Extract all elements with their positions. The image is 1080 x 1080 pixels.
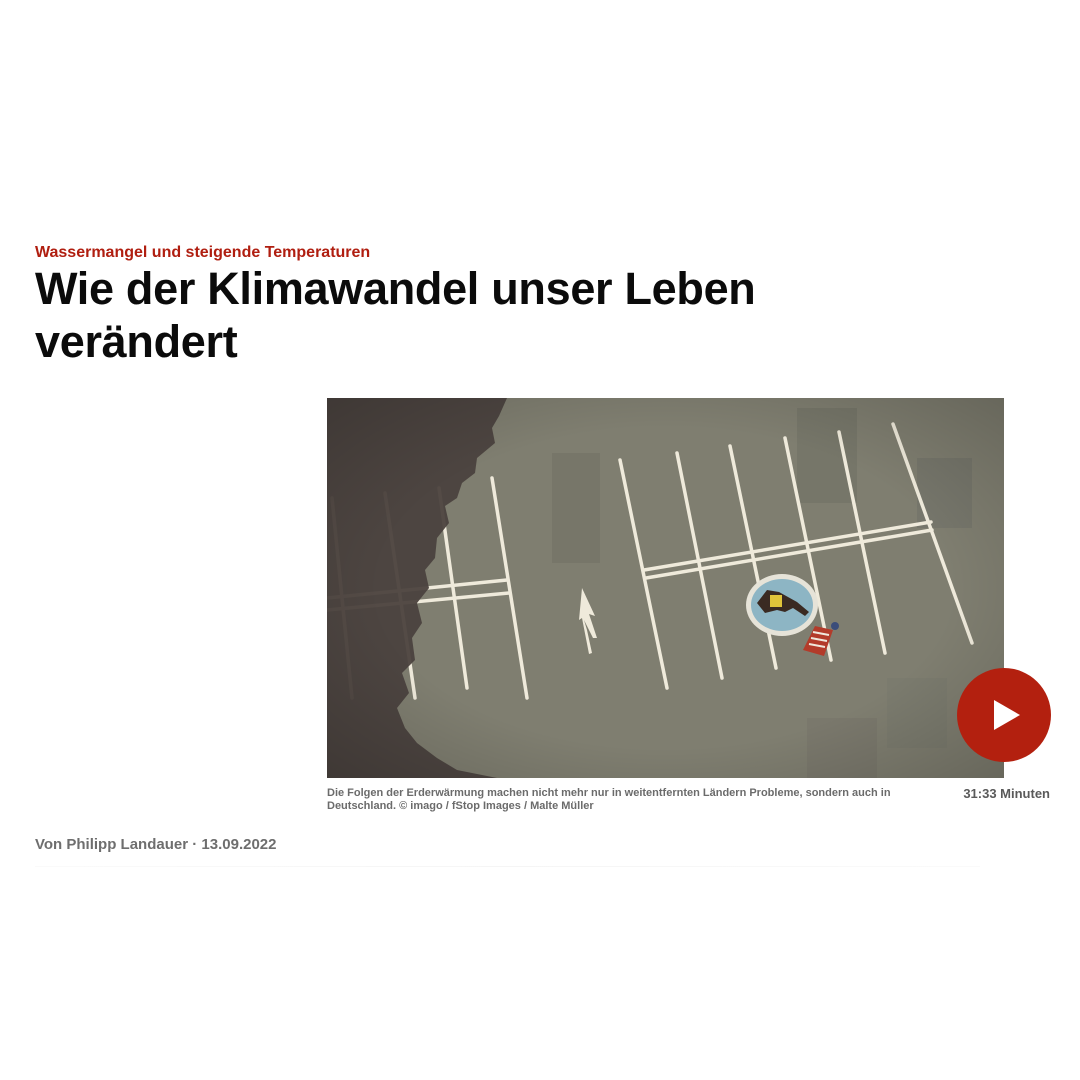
image-caption: Die Folgen der Erderwärmung machen nicht… (327, 787, 891, 812)
section-divider (35, 866, 980, 867)
parking-lot-illustration (327, 398, 1004, 778)
play-icon (994, 700, 1020, 730)
play-button[interactable] (957, 668, 1051, 762)
article-image[interactable] (327, 398, 1004, 778)
article-headline: Wie der Klimawandel unser Leben veränder… (35, 263, 756, 367)
article-byline: Von Philipp Landauer · 13.09.2022 (35, 836, 276, 853)
byline-separator: · (188, 836, 202, 853)
byline-author[interactable]: Von Philipp Landauer (35, 836, 188, 853)
article-kicker: Wassermangel und steigende Temperaturen (35, 244, 371, 261)
byline-date: 13.09.2022 (201, 836, 277, 853)
audio-duration: 31:33 Minuten (963, 786, 1050, 801)
